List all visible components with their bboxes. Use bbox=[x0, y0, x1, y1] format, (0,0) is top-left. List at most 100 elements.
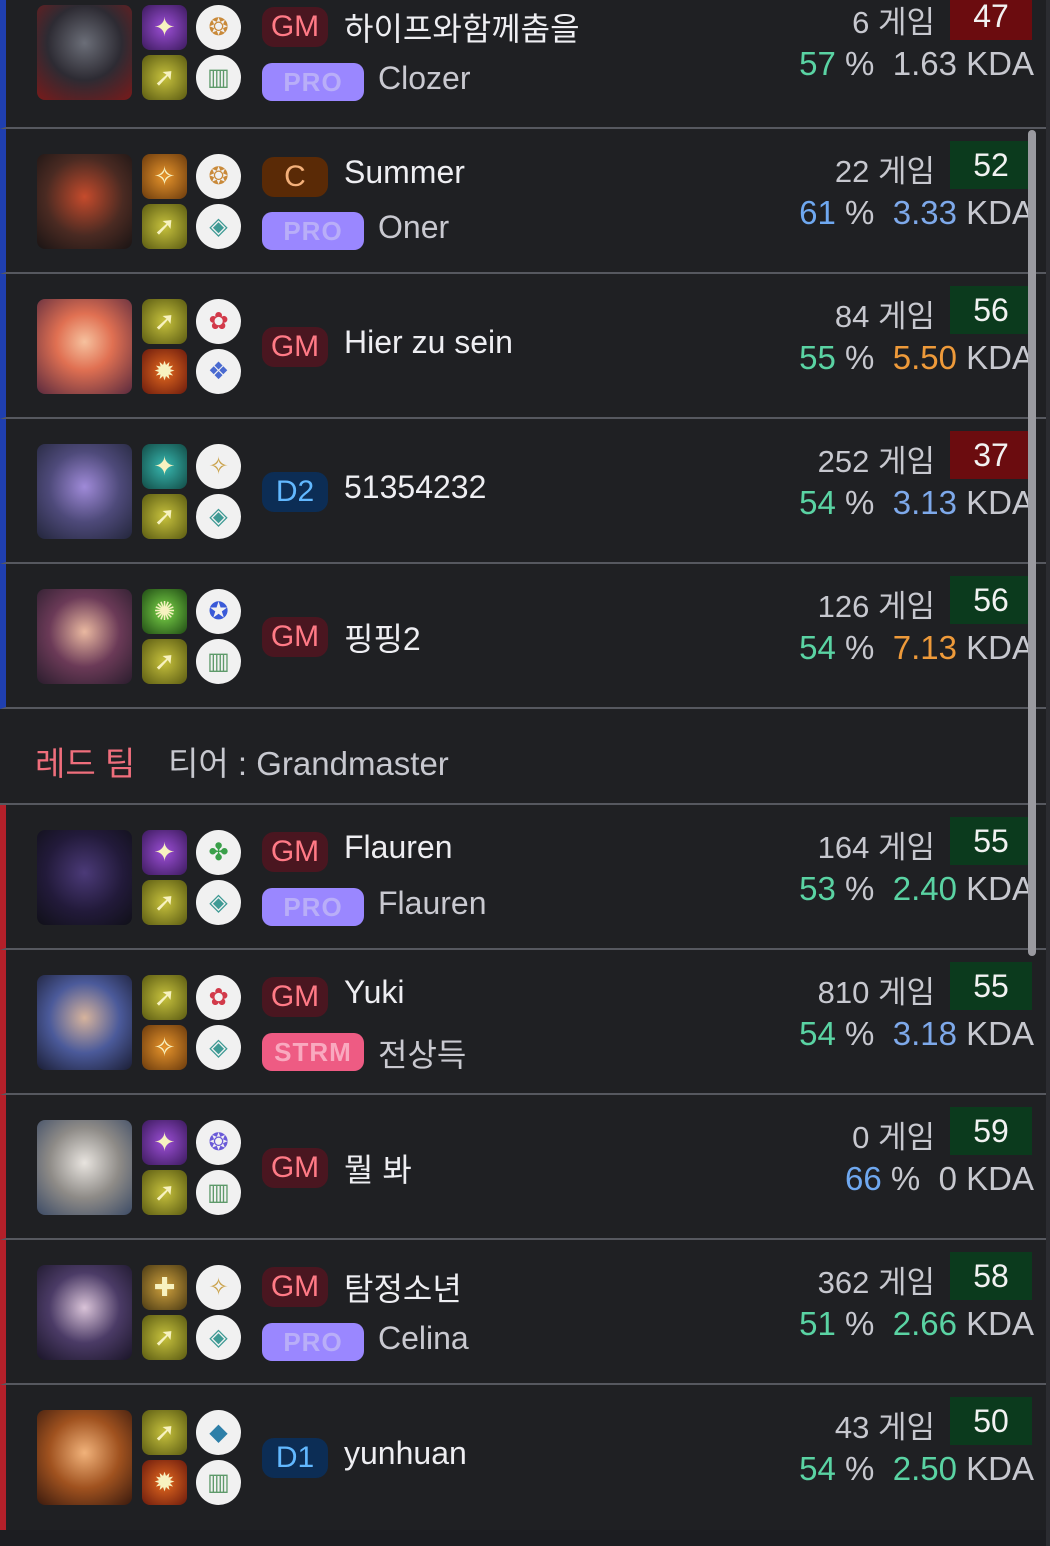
kda-value: 2.66 bbox=[892, 1305, 957, 1342]
winrate-value: 55 bbox=[799, 339, 836, 376]
flash-spell-icon: ➚ bbox=[142, 1410, 187, 1455]
kda-label: KDA bbox=[966, 629, 1034, 666]
kda-value: 3.33 bbox=[892, 194, 957, 231]
player-row[interactable]: ✦ ➚ ❂ ▥ GM 뭘 봐 0 게임 59 66 % 0 KDA bbox=[0, 1095, 1050, 1240]
score-badge: 56 bbox=[950, 576, 1032, 624]
resolve-rune-icon: ▥ bbox=[196, 55, 241, 100]
winrate-kda: 55 % 5.50 KDA bbox=[799, 339, 1034, 377]
percent-sign: % bbox=[845, 1450, 875, 1487]
player-row[interactable]: ➚ ✹ ◆ ▥ D1 yunhuan 43 게임 50 54 % 2.50 KD… bbox=[0, 1385, 1050, 1530]
player-list: ✦ ➚ ❂ ▥ GM 하이프와함께춤을 PRO Clozer 6 게임 47 5… bbox=[0, 0, 1050, 1530]
player-row[interactable]: ✦ ➚ ✧ ◈ D2 51354232 252 게임 37 54 % 3.13 … bbox=[0, 419, 1050, 564]
flash-spell-icon: ➚ bbox=[142, 494, 187, 539]
panel-edge bbox=[1046, 0, 1050, 1546]
resolve-rune-icon: ▥ bbox=[196, 639, 241, 684]
winrate-kda: 66 % 0 KDA bbox=[845, 1160, 1034, 1198]
summoner-name[interactable]: Summer bbox=[344, 154, 465, 191]
player-row[interactable]: ✚ ➚ ✧ ◈ GM 탐정소년 PRO Celina 362 게임 58 51 … bbox=[0, 1240, 1050, 1385]
tier-badge: GM bbox=[262, 1148, 328, 1188]
games-count: 84 게임 bbox=[834, 299, 935, 334]
keystone-rune-icon: ✪ bbox=[196, 589, 241, 634]
summoner-name[interactable]: Hier zu sein bbox=[344, 324, 513, 361]
player-row[interactable]: ✺ ➚ ✪ ▥ GM 핑핑2 126 게임 56 54 % 7.13 KDA bbox=[0, 564, 1050, 709]
tier-badge: C bbox=[262, 157, 328, 197]
inspiration-rune-icon: ◈ bbox=[196, 204, 241, 249]
champion-portrait bbox=[37, 975, 132, 1070]
kda-label: KDA bbox=[966, 1450, 1034, 1487]
player-row[interactable]: ✦ ➚ ❂ ▥ GM 하이프와함께춤을 PRO Clozer 6 게임 47 5… bbox=[0, 0, 1050, 129]
champion-portrait bbox=[37, 1410, 132, 1505]
pro-badge: PRO bbox=[262, 63, 364, 101]
winrate-kda: 54 % 3.13 KDA bbox=[799, 484, 1034, 522]
keystone-rune-icon: ◆ bbox=[196, 1410, 241, 1455]
teleport-spell-icon: ✧ bbox=[142, 1025, 187, 1070]
winrate-value: 54 bbox=[799, 484, 836, 521]
keystone-rune-icon: ✤ bbox=[196, 830, 241, 875]
player-row[interactable]: ➚ ✹ ✿ ❖ GM Hier zu sein 84 게임 56 55 % 5.… bbox=[0, 274, 1050, 419]
red-team-label: 레드 팀 bbox=[35, 745, 136, 782]
player-row[interactable]: ➚ ✧ ✿ ◈ GM Yuki STRM 전상득 810 게임 55 54 % … bbox=[0, 950, 1050, 1095]
team-header: 레드 팀 티어 : Grandmaster bbox=[0, 709, 1050, 805]
pro-player-name: 전상득 bbox=[378, 1037, 467, 1073]
ghost-spell-icon: ✦ bbox=[142, 830, 187, 875]
pro-player-name: Celina bbox=[378, 1320, 469, 1356]
summoner-name[interactable]: 하이프와함께춤을 bbox=[344, 4, 580, 50]
scrollbar[interactable] bbox=[1028, 130, 1036, 956]
score-badge: 55 bbox=[950, 962, 1032, 1010]
winrate-kda: 54 % 2.50 KDA bbox=[799, 1450, 1034, 1488]
tier-badge: D1 bbox=[262, 1438, 328, 1478]
percent-sign: % bbox=[845, 339, 875, 376]
winrate-kda: 57 % 1.63 KDA bbox=[799, 45, 1034, 83]
tier-badge: GM bbox=[262, 617, 328, 657]
champion-portrait bbox=[37, 299, 132, 394]
inspiration-rune-icon: ◈ bbox=[196, 1315, 241, 1360]
kda-label: KDA bbox=[966, 1015, 1034, 1052]
champion-portrait bbox=[37, 5, 132, 100]
summoner-name[interactable]: Yuki bbox=[344, 974, 404, 1011]
games-count: 252 게임 bbox=[817, 444, 935, 479]
score-badge: 56 bbox=[950, 286, 1032, 334]
score-badge: 58 bbox=[950, 1252, 1032, 1300]
kda-value: 1.63 bbox=[892, 45, 957, 82]
player-row[interactable]: ✦ ➚ ✤ ◈ GM Flauren PRO Flauren 164 게임 55… bbox=[0, 805, 1050, 950]
ignite-spell-icon: ✹ bbox=[142, 349, 187, 394]
summoner-name[interactable]: 핑핑2 bbox=[344, 614, 421, 660]
percent-sign: % bbox=[845, 45, 875, 82]
summoner-name[interactable]: 탐정소년 bbox=[344, 1264, 462, 1310]
player-row[interactable]: ✧ ➚ ❂ ◈ C Summer PRO Oner 22 게임 52 61 % … bbox=[0, 129, 1050, 274]
percent-sign: % bbox=[890, 1160, 921, 1197]
champion-portrait bbox=[37, 589, 132, 684]
inspiration-rune-icon: ◈ bbox=[196, 880, 241, 925]
flash-spell-icon: ➚ bbox=[142, 1170, 187, 1215]
sorcery-rune-icon: ❖ bbox=[196, 349, 241, 394]
winrate-value: 66 bbox=[845, 1160, 882, 1197]
summoner-name[interactable]: 51354232 bbox=[344, 469, 486, 506]
winrate-kda: 61 % 3.33 KDA bbox=[799, 194, 1034, 232]
percent-sign: % bbox=[845, 484, 875, 521]
flash-spell-icon: ➚ bbox=[142, 55, 187, 100]
winrate-kda: 53 % 2.40 KDA bbox=[799, 870, 1034, 908]
games-count: 22 게임 bbox=[834, 154, 935, 189]
summoner-name[interactable]: yunhuan bbox=[344, 1435, 467, 1472]
games-count: 362 게임 bbox=[817, 1265, 935, 1300]
tier-badge: GM bbox=[262, 327, 328, 367]
summoner-name[interactable]: Flauren bbox=[344, 829, 453, 866]
score-badge: 37 bbox=[950, 431, 1032, 479]
flash-spell-icon: ➚ bbox=[142, 299, 187, 344]
pro-badge: PRO bbox=[262, 888, 364, 926]
kda-value: 0 bbox=[938, 1160, 957, 1197]
games-count: 0 게임 bbox=[852, 1120, 935, 1155]
winrate-value: 54 bbox=[799, 1450, 836, 1487]
ignite-spell-icon: ✹ bbox=[142, 1460, 187, 1505]
winrate-value: 57 bbox=[799, 45, 836, 82]
kda-label: KDA bbox=[966, 45, 1034, 82]
pro-player-name: Clozer bbox=[378, 60, 471, 96]
pro-player-name: Oner bbox=[378, 209, 450, 245]
kda-label: KDA bbox=[966, 339, 1034, 376]
champion-portrait bbox=[37, 444, 132, 539]
keystone-rune-icon: ✿ bbox=[196, 299, 241, 344]
teleport-spell-icon: ✧ bbox=[142, 154, 187, 199]
games-count: 43 게임 bbox=[834, 1410, 935, 1445]
resolve-rune-icon: ▥ bbox=[196, 1170, 241, 1215]
summoner-name[interactable]: 뭘 봐 bbox=[344, 1145, 412, 1191]
